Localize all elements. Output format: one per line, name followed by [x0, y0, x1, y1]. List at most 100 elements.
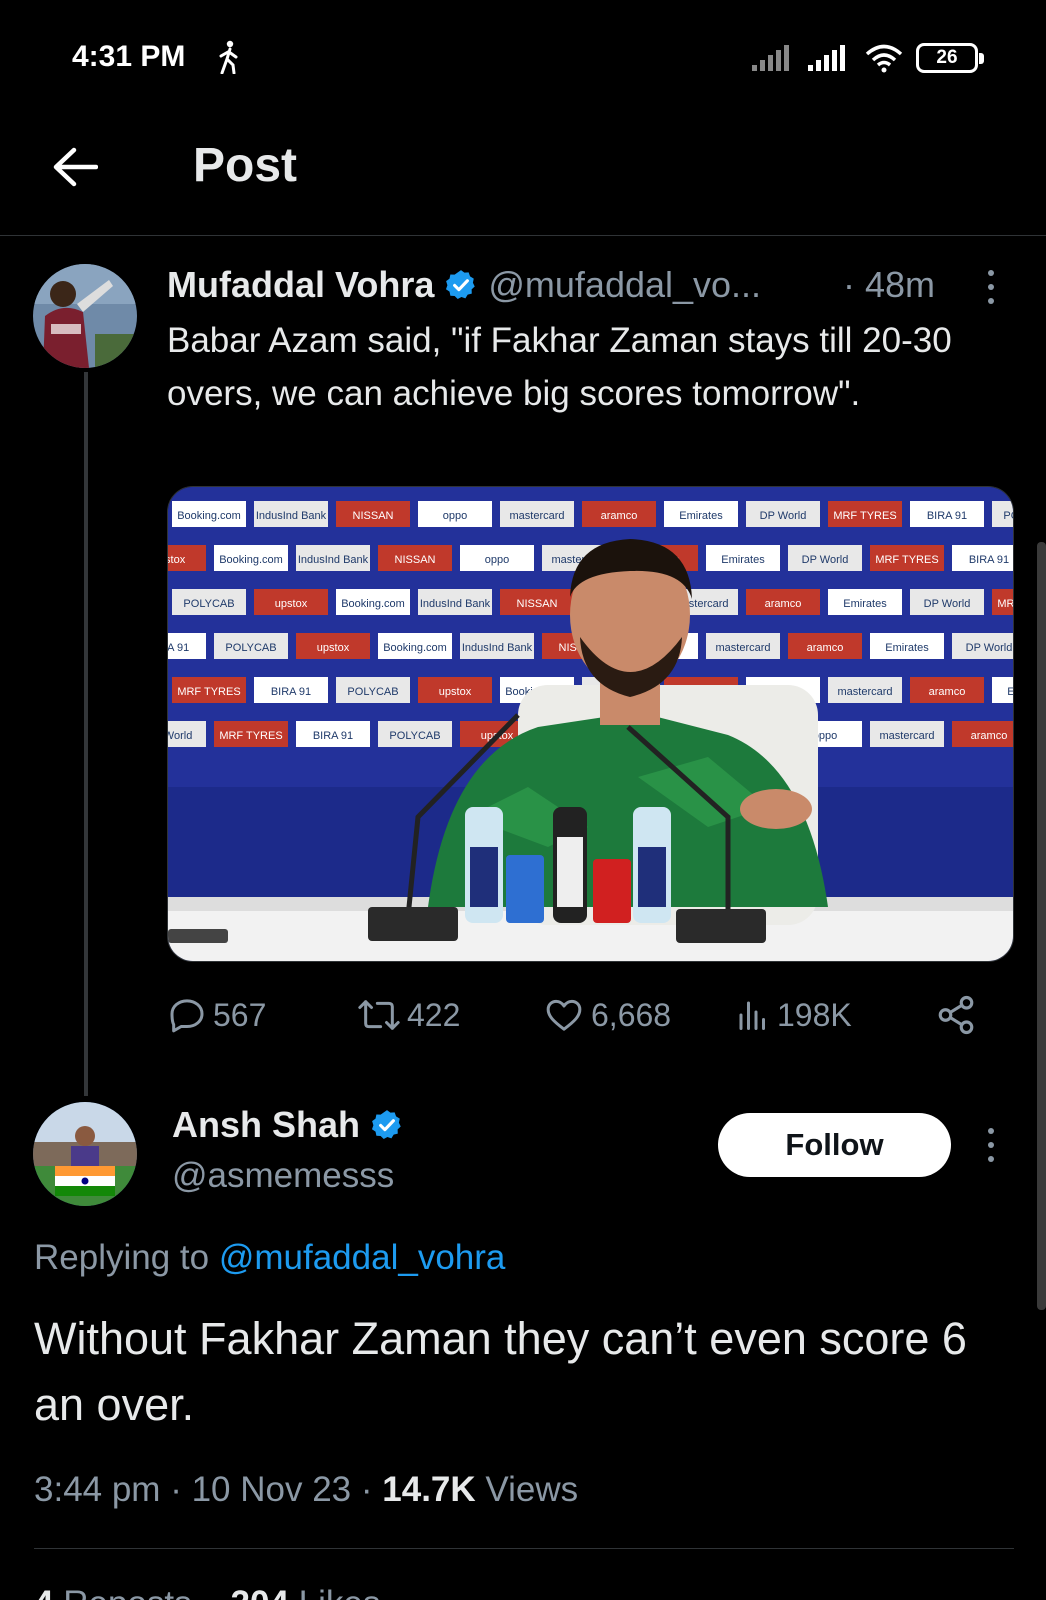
sponsor-label: NISSAN: [353, 510, 394, 522]
post-media-image[interactable]: Booking.com IndusInd Bank NISSAN oppo master…: [167, 486, 1014, 962]
sponsor-label: POLYCAB: [389, 730, 440, 742]
verified-badge-icon: [371, 1110, 401, 1140]
sponsor-label: POLYCAB: [1003, 510, 1014, 522]
repost-button[interactable]: 422: [357, 990, 460, 1040]
share-button[interactable]: [935, 990, 977, 1040]
sponsor-label: aramco: [807, 642, 844, 654]
sponsor-label: DP World: [966, 642, 1013, 654]
battery-icon: 26: [916, 43, 984, 73]
sponsor-label: MRF TYRES: [177, 686, 240, 698]
replying-to: Replying to @mufaddal_vohra: [34, 1238, 505, 1278]
more-options-button[interactable]: [976, 262, 1006, 312]
reply-time: 3:44 pm: [34, 1470, 161, 1509]
avatar[interactable]: [33, 264, 137, 368]
share-icon: [938, 995, 974, 1035]
signal-icon: [752, 45, 789, 71]
sponsor-label: POLYCAB: [347, 686, 398, 698]
reply-more-options-button[interactable]: [976, 1120, 1006, 1170]
walking-icon: [219, 40, 238, 74]
more-icon: [988, 1128, 994, 1134]
views-icon: [739, 1001, 765, 1030]
reply-meta: 3:44 pm · 10 Nov 23 · 14.7K Views: [34, 1470, 579, 1509]
sponsor-label: BIRA 91: [927, 510, 967, 522]
sponsor-label: mastercard: [879, 730, 934, 742]
reply-reposts-count[interactable]: 4: [34, 1584, 53, 1600]
back-arrow-icon: [53, 147, 98, 187]
post-author-row: Mufaddal Vohra @mufaddal_vo...: [167, 260, 761, 310]
sponsor-label: Emirates: [679, 510, 723, 522]
reply-views-label: Views: [485, 1470, 579, 1509]
battery-level: 26: [936, 47, 958, 68]
sponsor-label: mastercard: [715, 642, 770, 654]
sponsor-label: IndusInd Bank: [420, 598, 491, 610]
like-icon: [546, 999, 582, 1031]
like-count: 6,668: [591, 996, 672, 1033]
replying-prefix: Replying to: [34, 1238, 210, 1277]
replying-mention-link[interactable]: @mufaddal_vohra: [219, 1238, 506, 1277]
sponsor-label: IndusInd Bank: [462, 642, 533, 654]
sponsor-label: DP World: [802, 554, 849, 566]
sponsor-label: BIRA 91: [313, 730, 353, 742]
sponsor-label: aramco: [601, 510, 638, 522]
sponsor-label: BIRA 91: [168, 642, 189, 654]
sponsor-label: aramco: [971, 730, 1008, 742]
repost-count: 422: [407, 996, 461, 1033]
sponsor-label: Booking.com: [383, 642, 447, 654]
sponsor-label: upstox: [317, 642, 350, 654]
sponsor-label: aramco: [765, 598, 802, 610]
reply-date: 10 Nov 23: [191, 1470, 352, 1509]
reply-count: 567: [213, 996, 267, 1033]
back-button[interactable]: [48, 140, 102, 194]
sponsor-label: NISSAN: [517, 598, 558, 610]
status-bar: 4:31 PM 26: [0, 0, 1046, 120]
sponsor-label: Emirates: [1007, 686, 1014, 698]
sponsor-label: Emirates: [885, 642, 929, 654]
page-title: Post: [193, 139, 298, 192]
reply-button[interactable]: 567: [167, 990, 266, 1040]
sponsor-label: NISSAN: [395, 554, 436, 566]
post-text: Babar Azam said, "if Fakhar Zaman stays …: [167, 321, 952, 413]
sponsor-label: aramco: [929, 686, 966, 698]
sponsor-label: DP World: [760, 510, 807, 522]
divider: [34, 1548, 1014, 1549]
author-handle[interactable]: @mufaddal_vo...: [488, 264, 761, 306]
sponsor-label: POLYCAB: [225, 642, 276, 654]
reply-likes-count[interactable]: 204: [231, 1584, 289, 1600]
sponsor-label: upstox: [275, 598, 308, 610]
sponsor-label: BIRA 91: [969, 554, 1009, 566]
reply-author-row: Ansh Shah: [172, 1104, 404, 1146]
sponsor-label: mastercard: [837, 686, 892, 698]
views-count: 198K: [777, 996, 852, 1033]
author-name[interactable]: Mufaddal Vohra: [167, 264, 434, 306]
sponsor-label: mastercard: [509, 510, 564, 522]
wifi-icon: [865, 44, 903, 73]
sponsor-label: MRF TYRES: [875, 554, 938, 566]
more-icon: [988, 270, 994, 276]
reply-icon: [170, 999, 204, 1033]
sponsor-label: DP World: [924, 598, 971, 610]
reply-author-handle[interactable]: @asmemesss: [172, 1156, 394, 1196]
post-time: · 48m: [843, 264, 936, 305]
sponsor-label: BIRA 91: [271, 686, 311, 698]
sponsor-label: upstox: [439, 686, 472, 698]
thread-connector: [84, 372, 88, 1096]
sponsor-label: MRF TYRES: [997, 598, 1014, 610]
follow-button[interactable]: Follow: [718, 1113, 951, 1177]
reply-reposts-label[interactable]: Reposts: [63, 1584, 191, 1600]
post-actions-bar: 567 422 6,668 198K: [167, 990, 997, 1040]
sponsor-label: IndusInd Bank: [298, 554, 369, 566]
signal-icon-2: [808, 45, 845, 71]
scrollbar[interactable]: [1037, 542, 1046, 1310]
reply-author-name[interactable]: Ansh Shah: [172, 1104, 360, 1146]
reply-likes-label[interactable]: Likes: [299, 1584, 381, 1600]
avatar[interactable]: [33, 1102, 137, 1206]
sponsor-label: oppo: [485, 554, 509, 566]
status-time: 4:31 PM: [72, 40, 186, 73]
sponsor-label: upstox: [168, 554, 186, 566]
reply-views-count: 14.7K: [382, 1470, 476, 1509]
views-button[interactable]: 198K: [735, 990, 852, 1040]
sponsor-label: MRF TYRES: [219, 730, 282, 742]
like-button[interactable]: 6,668: [543, 990, 671, 1040]
sponsor-label: Booking.com: [219, 554, 283, 566]
top-app-bar: Post: [0, 120, 1046, 236]
